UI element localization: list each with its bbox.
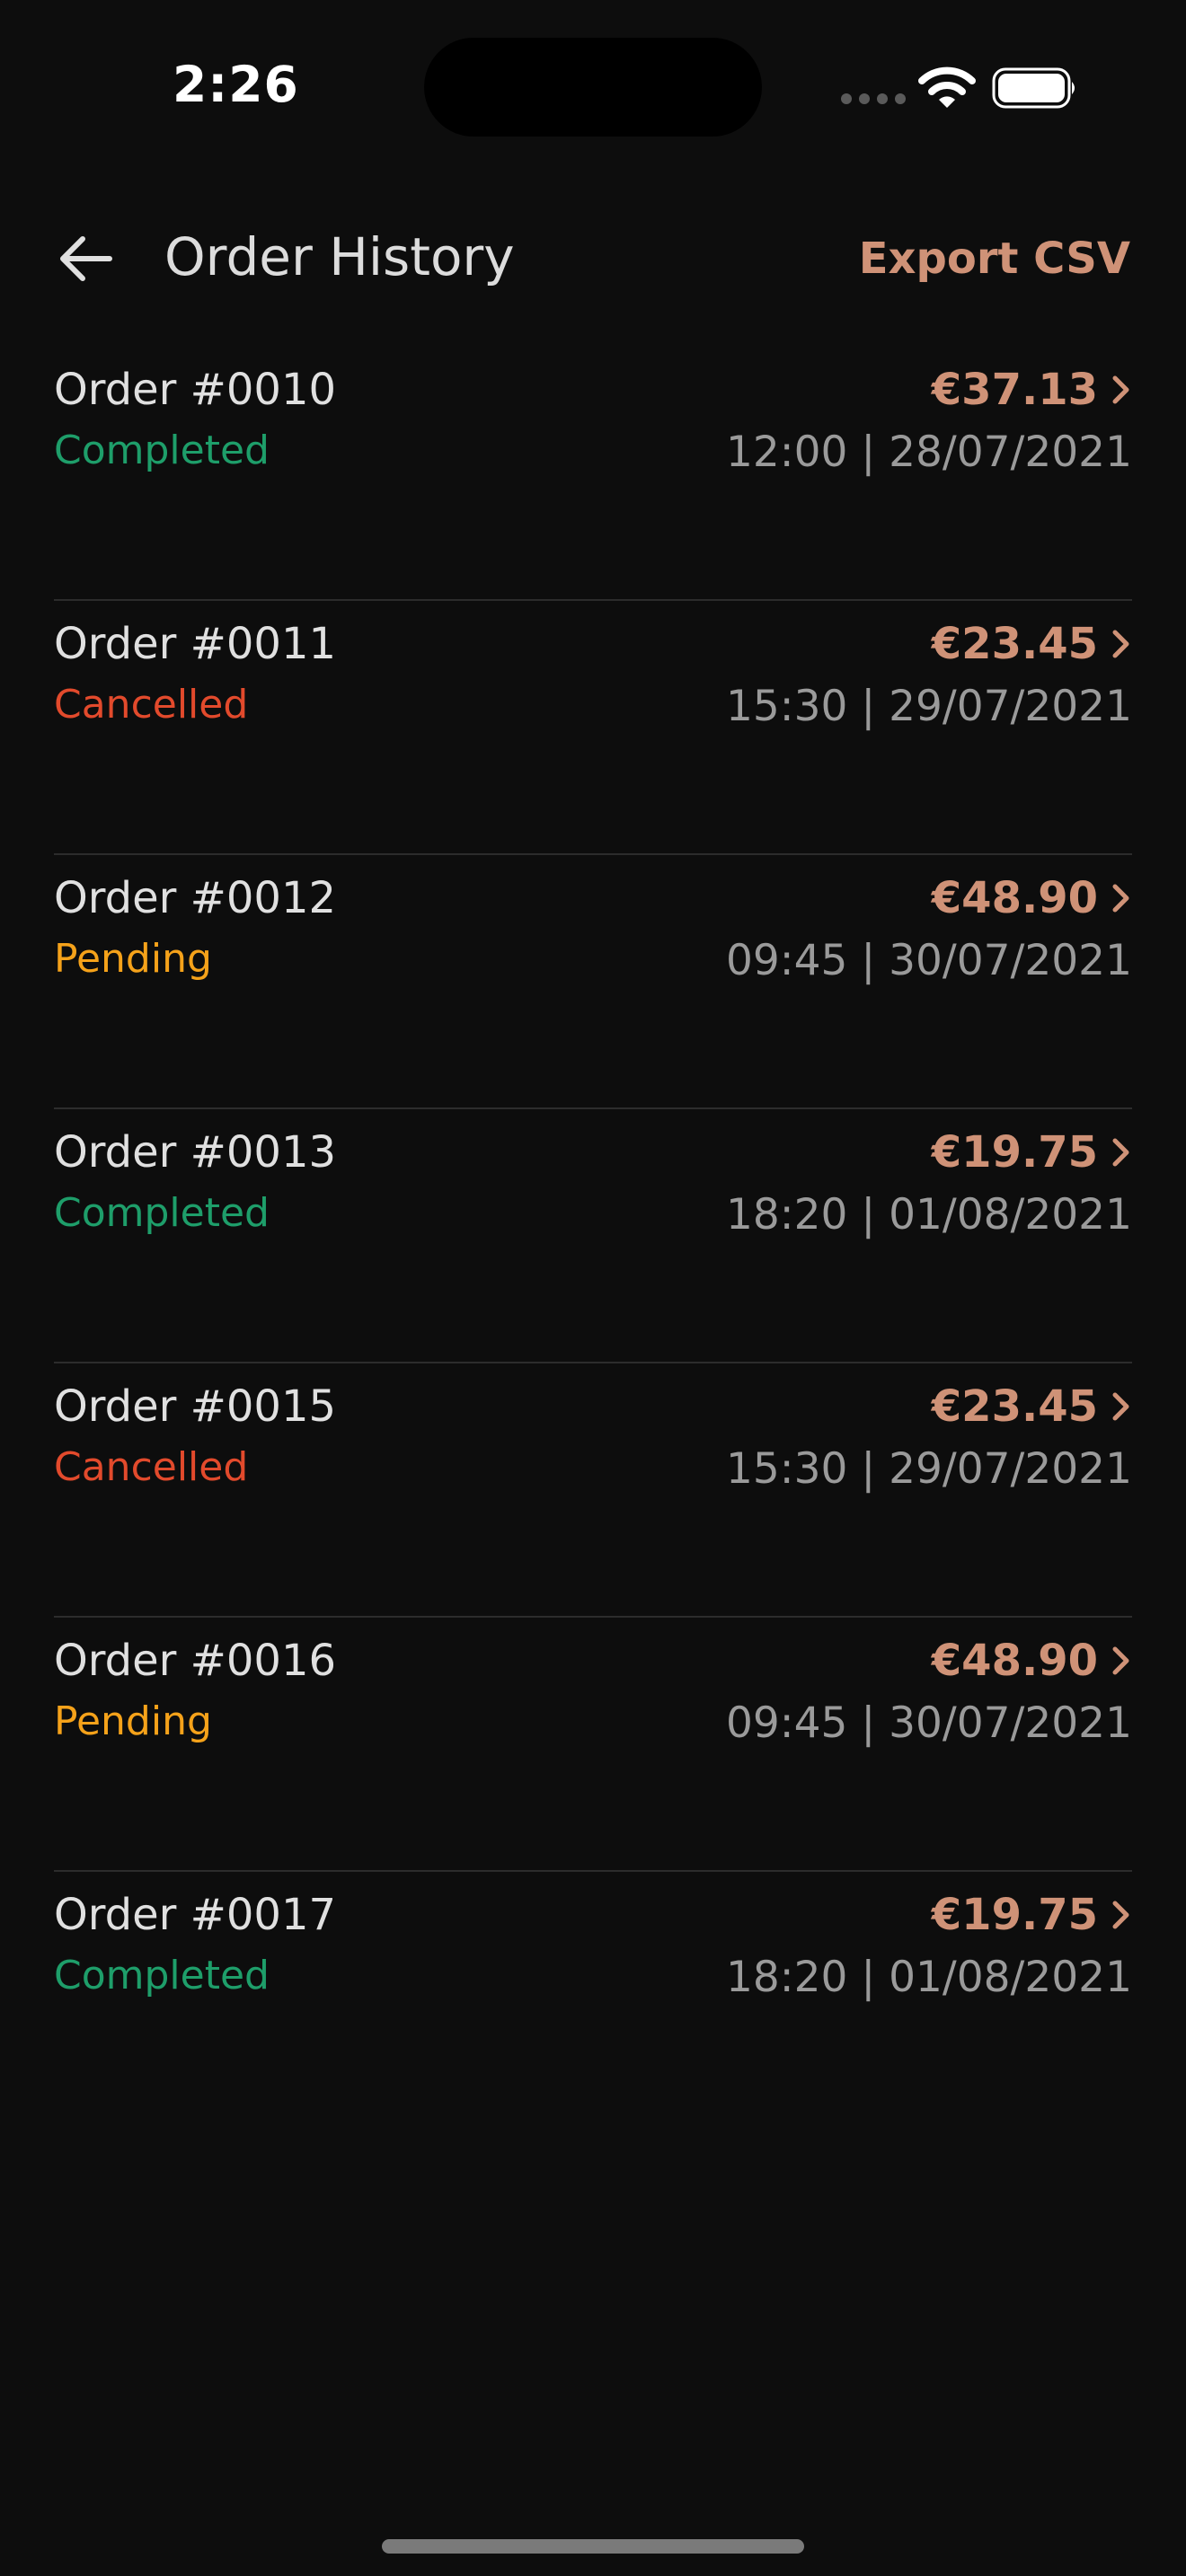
order-id: Order #0015: [54, 1381, 337, 1432]
order-amount-line: €37.13: [932, 365, 1132, 415]
home-indicator[interactable]: [382, 2539, 804, 2554]
order-id: Order #0011: [54, 619, 337, 669]
order-datetime: 09:45 | 30/07/2021: [725, 936, 1132, 985]
order-id: Order #0010: [54, 365, 337, 415]
export-csv-button[interactable]: Export CSV: [859, 234, 1130, 284]
status-time: 2:26: [173, 56, 299, 113]
order-row[interactable]: Order #0010 Completed €37.13 12:00 | 28/07/…: [54, 347, 1132, 601]
order-amount-line: €23.45: [932, 1381, 1132, 1432]
order-amount: €23.45: [931, 1381, 1098, 1432]
order-amount-line: €48.90: [932, 873, 1132, 923]
order-amount-line: €48.90: [932, 1636, 1132, 1686]
order-datetime: 15:30 | 29/07/2021: [725, 682, 1132, 731]
order-datetime: 18:20 | 01/08/2021: [725, 1190, 1132, 1239]
order-amount: €48.90: [931, 873, 1098, 923]
order-datetime: 09:45 | 30/07/2021: [725, 1698, 1132, 1748]
arrow-left-icon[interactable]: [58, 234, 115, 284]
order-list: Order #0010 Completed €37.13 12:00 | 28/07/…: [54, 347, 1132, 2126]
order-row[interactable]: Order #0013 Completed €19.75 18:20 | 01/08/…: [54, 1109, 1132, 1363]
order-row[interactable]: Order #0011 Cancelled €23.45 15:30 | 29/07/…: [54, 601, 1132, 855]
wifi-icon: [918, 66, 976, 108]
order-row[interactable]: Order #0017 Completed €19.75 18:20 | 01/08/…: [54, 1872, 1132, 2126]
chevron-right-icon: [1112, 1392, 1129, 1421]
order-amount-line: €19.75: [932, 1127, 1132, 1178]
order-row[interactable]: Order #0015 Cancelled €23.45 15:30 | 29/07/…: [54, 1363, 1132, 1618]
order-datetime: 12:00 | 28/07/2021: [725, 428, 1132, 477]
order-status: Completed: [54, 1190, 270, 1236]
chevron-right-icon: [1112, 884, 1129, 913]
order-status: Completed: [54, 1953, 270, 1998]
order-id: Order #0016: [54, 1636, 337, 1686]
cellular-signal-icon: [841, 93, 906, 104]
order-amount: €23.45: [931, 619, 1098, 669]
order-amount-line: €19.75: [932, 1890, 1132, 1940]
order-status: Pending: [54, 1698, 212, 1744]
order-status: Completed: [54, 428, 270, 473]
order-status: Cancelled: [54, 682, 249, 728]
order-amount-line: €23.45: [932, 619, 1132, 669]
order-id: Order #0017: [54, 1890, 337, 1940]
order-row[interactable]: Order #0012 Pending €48.90 09:45 | 30/07/20…: [54, 855, 1132, 1109]
chevron-right-icon: [1112, 1646, 1129, 1675]
order-amount: €37.13: [931, 365, 1098, 415]
order-amount: €48.90: [931, 1636, 1098, 1686]
order-datetime: 18:20 | 01/08/2021: [725, 1953, 1132, 2002]
chevron-right-icon: [1112, 630, 1129, 658]
order-row[interactable]: Order #0016 Pending €48.90 09:45 | 30/07/20…: [54, 1618, 1132, 1872]
dynamic-island: [424, 38, 762, 137]
chevron-right-icon: [1112, 375, 1129, 404]
battery-icon: [992, 67, 1075, 109]
order-datetime: 15:30 | 29/07/2021: [725, 1444, 1132, 1494]
order-status: Pending: [54, 936, 212, 982]
chevron-right-icon: [1112, 1901, 1129, 1929]
page-title: Order History: [164, 226, 515, 287]
order-id: Order #0013: [54, 1127, 337, 1178]
order-amount: €19.75: [931, 1890, 1098, 1940]
order-status: Cancelled: [54, 1444, 249, 1490]
chevron-right-icon: [1112, 1138, 1129, 1167]
order-id: Order #0012: [54, 873, 337, 923]
order-amount: €19.75: [931, 1127, 1098, 1178]
order-history-screen: 2:26 Order History Export CSV Order #001…: [0, 0, 1186, 2576]
